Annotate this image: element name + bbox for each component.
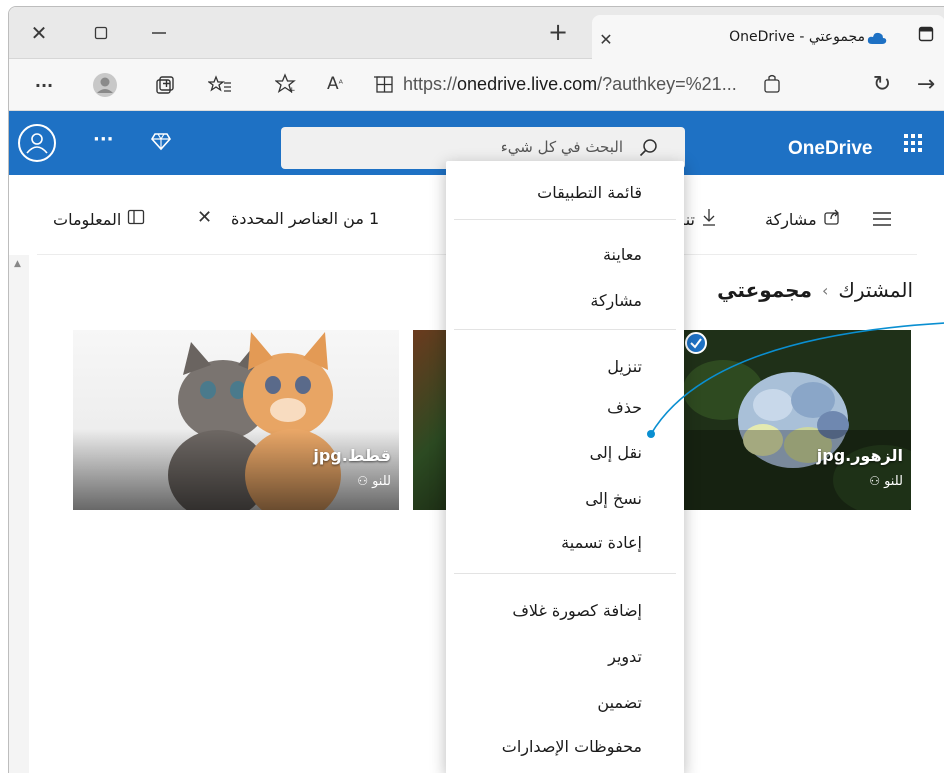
share-icon	[823, 208, 841, 230]
maximize-icon[interactable]	[89, 21, 113, 45]
shared-people-icon: ⚇	[869, 474, 880, 488]
breadcrumb: المشترك › مجموعتي	[679, 275, 913, 305]
menu-item-delete[interactable]: حذف	[607, 398, 642, 417]
search-placeholder: البحث في كل شيء	[500, 138, 623, 156]
menu-item-download[interactable]: تنزيل	[607, 357, 642, 376]
breadcrumb-root[interactable]: المشترك	[838, 278, 913, 302]
onedrive-brand[interactable]: OneDrive	[788, 138, 872, 160]
tab-actions-icon[interactable]	[915, 23, 937, 45]
read-aloud-icon[interactable]: Aᴬ	[321, 71, 349, 97]
info-command[interactable]: المعلومات	[53, 205, 145, 233]
url-suffix: /?authkey=%21...	[597, 74, 737, 94]
tile-name: الزهور.jpg	[816, 446, 903, 465]
tile-share-status: للنو ⚇	[869, 474, 903, 489]
scroll-up-icon[interactable]: ▲	[14, 259, 21, 269]
more-icon[interactable]: ···	[31, 73, 57, 97]
menu-item-copy-to[interactable]: نسخ إلى	[585, 489, 642, 508]
browser-window: ✕ + ✕ مجموعتي - OneDrive ··· + A ᴬ https…	[8, 6, 944, 773]
menu-item-embed[interactable]: تضمين	[597, 693, 642, 712]
close-window-icon[interactable]: ✕	[27, 21, 51, 45]
suite-more-label: ···	[93, 129, 114, 150]
tile-share-label: للنو	[884, 474, 903, 489]
profile-icon[interactable]	[91, 71, 119, 99]
share-label: مشاركة	[765, 209, 817, 229]
tile-share-status: للنو ⚇	[357, 474, 391, 489]
url-prefix: https://	[403, 74, 458, 94]
tab-title: مجموعتي - OneDrive	[729, 29, 865, 45]
breadcrumb-current[interactable]: مجموعتي	[717, 278, 812, 302]
collections-icon[interactable]	[153, 73, 177, 97]
minimize-icon[interactable]	[147, 21, 171, 45]
cats-thumbnail	[73, 330, 399, 510]
active-tab[interactable]: ✕ مجموعتي - OneDrive	[592, 15, 944, 59]
menu-item-app-list[interactable]: قائمة التطبيقات	[537, 183, 642, 202]
search-icon	[639, 138, 659, 162]
menu-separator	[454, 329, 676, 330]
menu-item-set-cover[interactable]: إضافة كصورة غلاف	[512, 601, 642, 620]
menu-item-rotate[interactable]: تدوير	[608, 647, 642, 666]
breadcrumb-separator: ›	[821, 280, 829, 300]
url-text: https://onedrive.live.com/?authkey=%21..…	[403, 74, 737, 95]
url-host: onedrive.live.com	[457, 74, 598, 94]
clear-selection-icon[interactable]: ✕	[197, 207, 212, 228]
menu-item-rename[interactable]: إعادة تسمية	[561, 533, 642, 552]
app-launcher-icon[interactable]	[903, 133, 923, 157]
info-label: المعلومات	[53, 209, 122, 229]
app-available-icon[interactable]	[759, 71, 785, 97]
hamburger-icon[interactable]	[871, 211, 893, 231]
menu-item-share[interactable]: مشاركة	[590, 291, 642, 310]
selected-check-icon[interactable]	[685, 332, 707, 354]
svg-text:+: +	[288, 86, 296, 95]
tile-name: قطط.jpg	[313, 446, 391, 465]
context-menu: قائمة التطبيقات معاينة مشاركة تنزيل حذف …	[446, 161, 684, 773]
forward-icon[interactable]: →	[913, 71, 939, 97]
premium-diamond-icon[interactable]	[151, 131, 171, 155]
tab-bar: ✕ + ✕ مجموعتي - OneDrive	[9, 7, 944, 59]
menu-item-version-history[interactable]: محفوظات الإصدارات	[502, 737, 642, 756]
add-favorite-icon[interactable]: +	[273, 71, 299, 97]
menu-separator	[454, 573, 676, 574]
onedrive-cloud-icon	[867, 30, 887, 49]
share-command[interactable]: مشاركة	[765, 205, 841, 233]
menu-item-move-to[interactable]: نقل إلى	[590, 443, 642, 462]
url-field[interactable]: + Aᴬ https://onedrive.live.com/?authkey=…	[265, 61, 789, 107]
menu-separator	[454, 219, 676, 220]
refresh-icon[interactable]: ↻	[869, 71, 895, 97]
address-bar: ··· + Aᴬ https://onedrive.live.com/?auth…	[9, 59, 944, 111]
favorites-icon[interactable]	[207, 73, 233, 97]
menu-item-preview[interactable]: معاينة	[603, 245, 642, 264]
shared-people-icon: ⚇	[357, 474, 368, 488]
selection-count: 1 من العناصر المحددة	[231, 209, 380, 228]
tile-share-label: للنو	[372, 474, 391, 489]
info-pane-icon	[127, 209, 145, 229]
new-tab-icon[interactable]: +	[545, 18, 571, 46]
download-icon	[701, 208, 717, 230]
immersive-reader-icon[interactable]	[371, 71, 397, 97]
new-tab-label: +	[547, 18, 569, 46]
file-tile-cats[interactable]: قطط.jpg للنو ⚇	[73, 330, 399, 510]
tab-close-icon[interactable]: ✕	[594, 27, 618, 51]
file-tile-flowers[interactable]: الزهور.jpg للنو ⚇	[683, 330, 911, 510]
account-avatar-icon[interactable]	[18, 124, 56, 162]
more-label: ···	[34, 75, 54, 95]
scrollbar[interactable]: ▲	[9, 255, 29, 773]
suite-more-icon[interactable]: ···	[93, 129, 114, 150]
